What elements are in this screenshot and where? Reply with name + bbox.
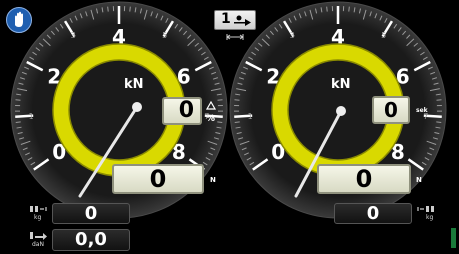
left-aux-readout: 0 [162, 97, 202, 125]
left-main-unit: N [210, 176, 216, 184]
left-aux-unit: % [206, 114, 216, 124]
right-tick-label-minor: 3 [290, 31, 295, 40]
right-main-unit: N [416, 176, 422, 184]
left-main-readout: 0 [112, 164, 204, 194]
right-main-readout: 0 [317, 164, 411, 194]
minor-tick [107, 6, 109, 12]
minor-tick [15, 121, 21, 123]
right-gauge-unit: kN [331, 77, 351, 92]
right-tick-label-minor: 5 [381, 31, 386, 40]
bottom-right-row1-value: 0 [334, 203, 412, 224]
draft-force-icon [30, 232, 47, 240]
bottom-left-row2-unit: daN [32, 241, 44, 248]
minor-tick [217, 121, 223, 123]
top-center-indicator[interactable]: 1 [214, 10, 256, 30]
scroll-edge-marker [451, 228, 456, 248]
bottom-left-row1-value: 0 [52, 203, 130, 224]
bottom-left-row1-unit: kg [34, 214, 42, 221]
axle-weight-icon [30, 206, 47, 212]
minor-tick [348, 6, 350, 12]
bottom-left-row2-value: 0,0 [52, 229, 130, 251]
left-tick-label-minor: 3 [71, 31, 76, 40]
left-gauge-unit: kN [124, 77, 144, 92]
axle-weight-icon-right [417, 206, 434, 212]
right-tick-label-minor: 1 [248, 112, 253, 121]
minor-tick [129, 6, 131, 12]
right-aux-unit: sek [416, 107, 428, 114]
minor-tick [326, 6, 328, 12]
tractor-arrow-icon [234, 15, 251, 26]
minor-tick [234, 121, 240, 123]
minor-tick [436, 121, 442, 123]
bottom-right-row1-unit: kg [426, 214, 434, 221]
hand-icon [15, 11, 23, 27]
top-indicator-value: 1 [221, 11, 231, 27]
delta-icon [206, 101, 216, 110]
right-aux-readout: 0 [372, 96, 410, 124]
hand-stop-button[interactable] [6, 7, 32, 33]
width-arrows-icon [226, 34, 244, 40]
left-tick-label-minor: 5 [162, 31, 167, 40]
left-tick-label-minor: 1 [29, 112, 34, 121]
